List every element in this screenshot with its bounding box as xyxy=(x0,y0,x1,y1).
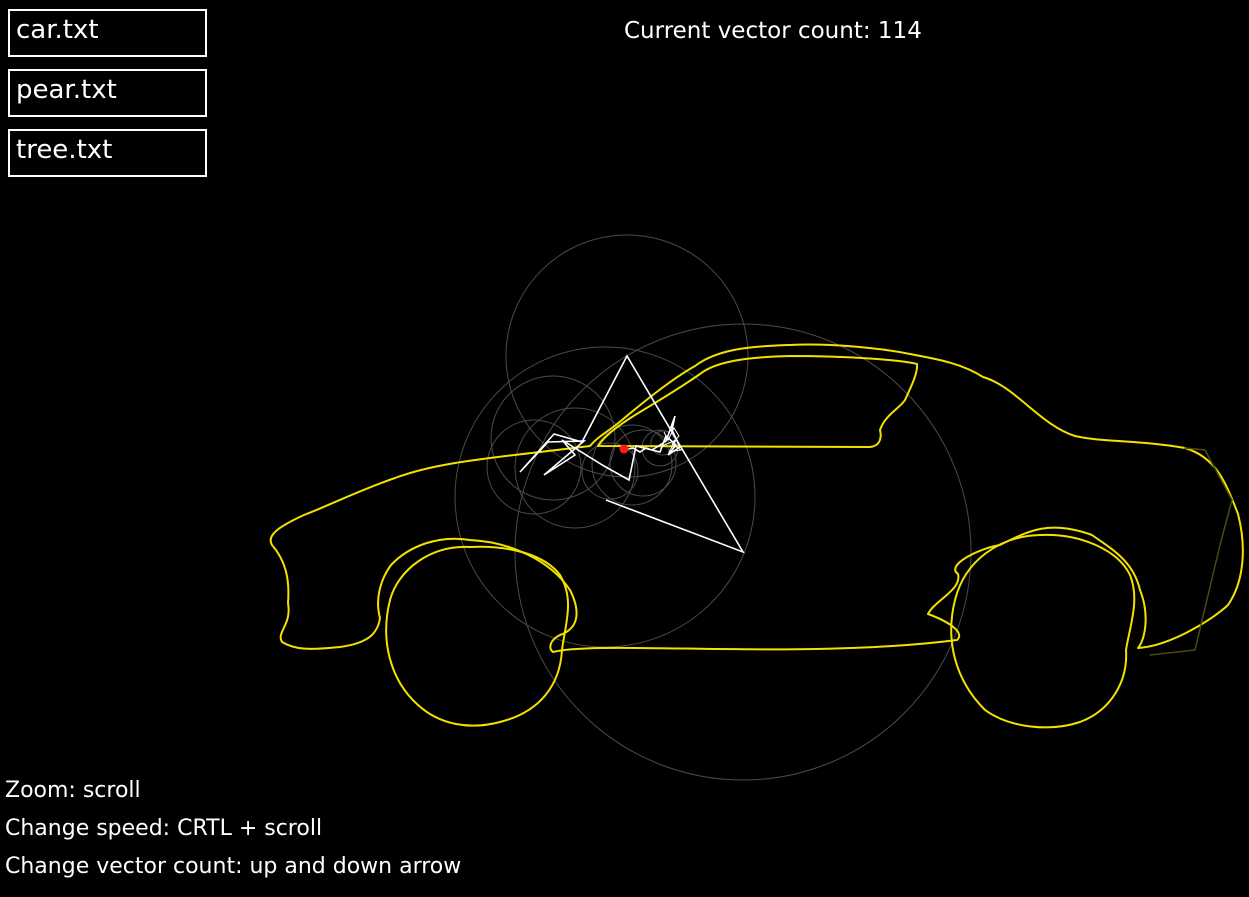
file-button-pear[interactable]: pear.txt xyxy=(8,69,207,117)
help-zoom: Zoom: scroll xyxy=(5,778,141,803)
epicycle-circle xyxy=(490,375,616,501)
rear-fender-trace xyxy=(1149,447,1233,656)
vector-count-label: Current vector count: xyxy=(624,18,871,44)
vector-chain-line xyxy=(519,354,745,554)
car-body-outline xyxy=(269,343,1244,653)
traced-path xyxy=(269,343,1244,729)
vector-count-value: 114 xyxy=(877,18,922,44)
file-button-car[interactable]: car.txt xyxy=(8,9,207,57)
vector-count-readout: Current vector count: 114 xyxy=(624,18,922,44)
front-wheel-outline xyxy=(385,545,570,727)
vector-chain xyxy=(519,354,745,554)
epicycle-circles xyxy=(454,234,972,781)
controls-help: Zoom: scroll Change speed: CRTL + scroll… xyxy=(5,776,461,890)
pen-tip-dot xyxy=(619,444,629,454)
rear-wheel-outline xyxy=(950,533,1136,729)
epicycle-circle xyxy=(514,407,636,529)
help-vector-count: Change vector count: up and down arrow xyxy=(5,854,462,879)
file-button-tree[interactable]: tree.txt xyxy=(8,129,207,177)
help-speed: Change speed: CRTL + scroll xyxy=(5,816,323,841)
